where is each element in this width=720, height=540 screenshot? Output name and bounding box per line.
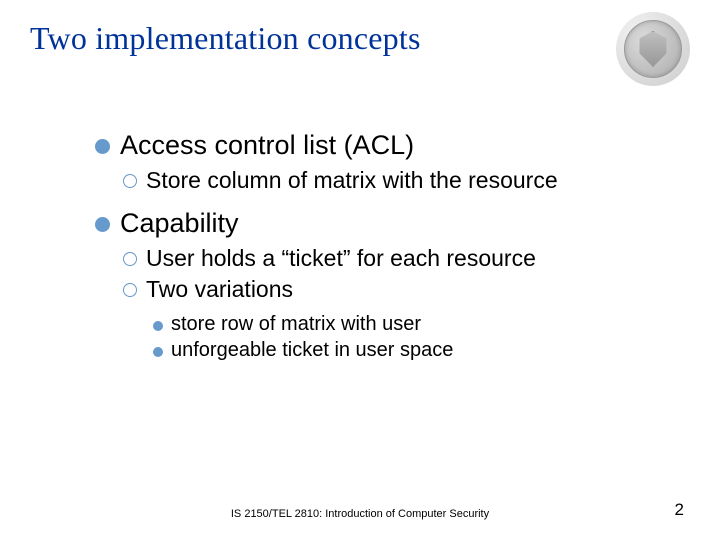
bullet-icon xyxy=(95,217,110,232)
bullet-icon xyxy=(153,321,163,331)
subbullet-label: Two variations xyxy=(146,276,293,303)
subsubbullet-unforgeable: unforgeable ticket in user space xyxy=(153,339,680,362)
slide-title: Two implementation concepts xyxy=(30,20,690,57)
seal-shield-icon xyxy=(638,31,668,67)
slide-body: Access control list (ACL) Store column o… xyxy=(95,130,680,365)
subbullet-acl-store: Store column of matrix with the resource xyxy=(123,167,680,194)
bullet-acl: Access control list (ACL) xyxy=(95,130,680,161)
subbullet-cap-ticket: User holds a “ticket” for each resource xyxy=(123,245,680,272)
subbullet-label: Store column of matrix with the resource xyxy=(146,167,558,194)
bullet-icon xyxy=(123,283,137,297)
seal-outer-ring xyxy=(616,12,690,86)
footer-page-number: 2 xyxy=(675,500,684,520)
subbullet-label: User holds a “ticket” for each resource xyxy=(146,245,536,272)
subsubbullet-store-row: store row of matrix with user xyxy=(153,313,680,336)
bullet-icon xyxy=(123,174,137,188)
bullet-icon xyxy=(153,347,163,357)
seal-logo xyxy=(616,12,690,86)
subbullet-cap-variations: Two variations xyxy=(123,276,680,303)
bullet-capability: Capability xyxy=(95,208,680,239)
subsubbullet-label: unforgeable ticket in user space xyxy=(171,339,453,362)
footer-course: IS 2150/TEL 2810: Introduction of Comput… xyxy=(0,508,720,520)
bullet-icon xyxy=(95,139,110,154)
subsubbullet-label: store row of matrix with user xyxy=(171,313,421,336)
bullet-label: Capability xyxy=(120,208,239,239)
slide: Two implementation concepts Access contr… xyxy=(0,0,720,540)
seal-inner-ring xyxy=(624,20,682,78)
bullet-label: Access control list (ACL) xyxy=(120,130,414,161)
bullet-icon xyxy=(123,252,137,266)
